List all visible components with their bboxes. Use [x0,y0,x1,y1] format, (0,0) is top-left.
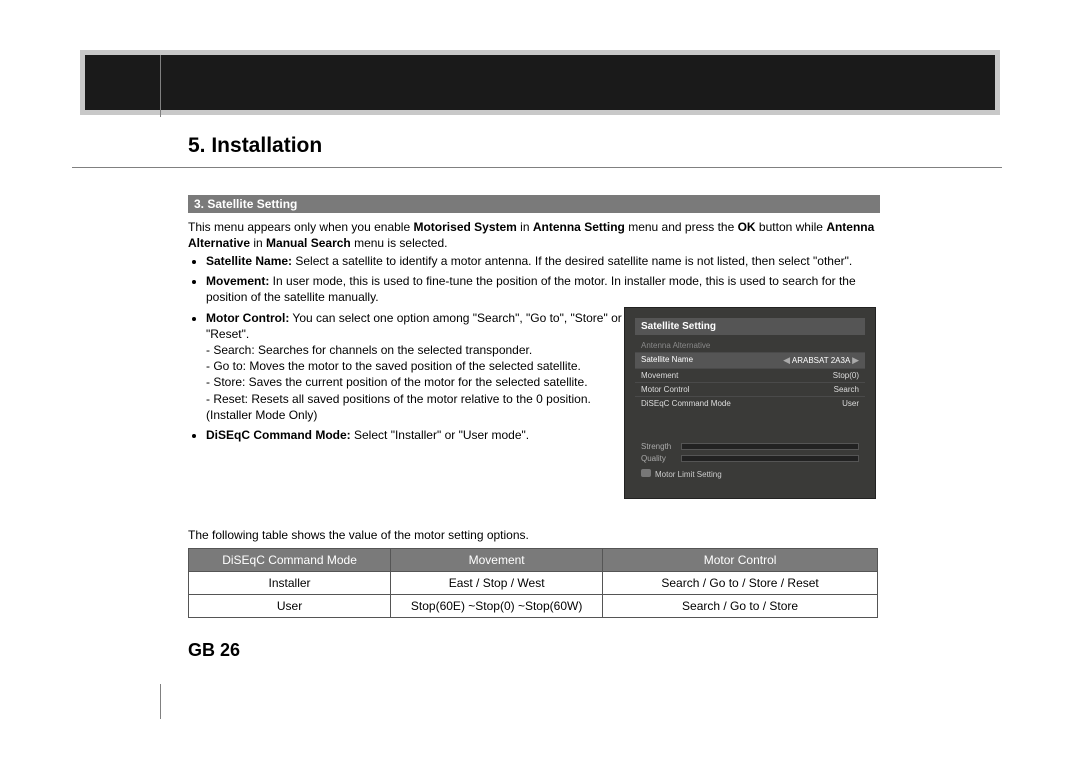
tv-row-label: Movement [641,371,678,380]
table-intro-text: The following table shows the value of t… [188,528,878,542]
text-bold: Motorised System [413,220,516,234]
list-item: Satellite Name: Select a satellite to id… [206,253,878,269]
table-header: Movement [391,549,603,572]
tv-screenshot: Satellite Setting Antenna Alternative Sa… [624,307,876,499]
tv-value-text: ARABSAT 2A3A [792,356,850,365]
text-bold: Manual Search [266,236,351,250]
table-cell: Installer [189,572,391,595]
tv-quality-bar [681,455,859,462]
text-bold: OK [738,220,756,234]
tv-row: Movement Stop(0) [635,368,865,382]
table-cell: User [189,595,391,618]
bullet-label: Movement: [206,274,269,288]
sub-line: - Reset: Resets all saved positions of t… [206,391,626,407]
chapter-heading: 5. Installation [188,134,322,158]
table-header: DiSEqC Command Mode [189,549,391,572]
intro-paragraph: This menu appears only when you enable M… [188,219,878,251]
tv-row-value: User [842,399,859,408]
bullet-label: Satellite Name: [206,254,292,268]
tv-row-label: Satellite Name [641,355,693,366]
table-row: Installer East / Stop / West Search / Go… [189,572,878,595]
page-number: GB 26 [188,640,240,661]
tv-row-value: Stop(0) [833,371,859,380]
table-cell: Search / Go to / Store [603,595,878,618]
table-row: User Stop(60E) ~Stop(0) ~Stop(60W) Searc… [189,595,878,618]
margin-line-bottom [160,684,161,719]
tv-footer: Motor Limit Setting [635,469,865,479]
table-header: Motor Control [603,549,878,572]
chevron-right-icon: ▶ [852,355,859,365]
manual-page: 5. Installation 3. Satellite Setting Thi… [0,0,1080,763]
bullet-text: In user mode, this is used to fine-tune … [206,274,856,304]
text: menu is selected. [351,236,448,250]
tv-row-value: Search [834,385,859,394]
tv-subtitle: Antenna Alternative [635,339,865,352]
tv-row-value: ◀ ARABSAT 2A3A ▶ [783,355,859,366]
text: in [517,220,533,234]
sub-line: - Store: Saves the current position of t… [206,374,626,390]
options-table: DiSEqC Command Mode Movement Motor Contr… [188,548,878,618]
sub-line: (Installer Mode Only) [206,407,626,423]
header-band-black [85,55,995,110]
tv-row: Satellite Name ◀ ARABSAT 2A3A ▶ [635,352,865,368]
table-cell: East / Stop / West [391,572,603,595]
sub-line: - Go to: Moves the motor to the saved po… [206,358,626,374]
text: in [250,236,266,250]
tv-row: Motor Control Search [635,382,865,396]
tv-row-label: Motor Control [641,385,689,394]
bullet-label: Motor Control: [206,311,289,325]
text-bold: Antenna Setting [533,220,625,234]
tv-signal-bars: Strength Quality [635,442,865,463]
sub-line: - Search: Searches for channels on the s… [206,342,626,358]
text: This menu appears only when you enable [188,220,413,234]
text: menu and press the [625,220,738,234]
tv-quality-label: Quality [641,454,681,463]
tv-row: DiSEqC Command Mode User [635,396,865,410]
tv-row-label: DiSEqC Command Mode [641,399,731,408]
bullet-label: DiSEqC Command Mode: [206,428,351,442]
tv-title: Satellite Setting [635,318,865,335]
tv-strength-label: Strength [641,442,681,451]
list-item: Motor Control: You can select one option… [206,310,626,423]
list-item: Movement: In user mode, this is used to … [206,273,878,305]
table-cell: Search / Go to / Store / Reset [603,572,878,595]
heading-underline [72,167,1002,168]
table-cell: Stop(60E) ~Stop(0) ~Stop(60W) [391,595,603,618]
bullet-text: Select a satellite to identify a motor a… [292,254,852,268]
text: button while [756,220,827,234]
bullet-text: Select "Installer" or "User mode". [351,428,529,442]
chevron-left-icon: ◀ [783,355,790,365]
tv-footer-text: Motor Limit Setting [655,470,722,479]
list-item: DiSEqC Command Mode: Select "Installer" … [206,427,626,443]
tv-strength-bar [681,443,859,450]
margin-line-top [160,55,161,117]
key-icon [641,469,651,477]
section-title-bar: 3. Satellite Setting [188,195,880,213]
